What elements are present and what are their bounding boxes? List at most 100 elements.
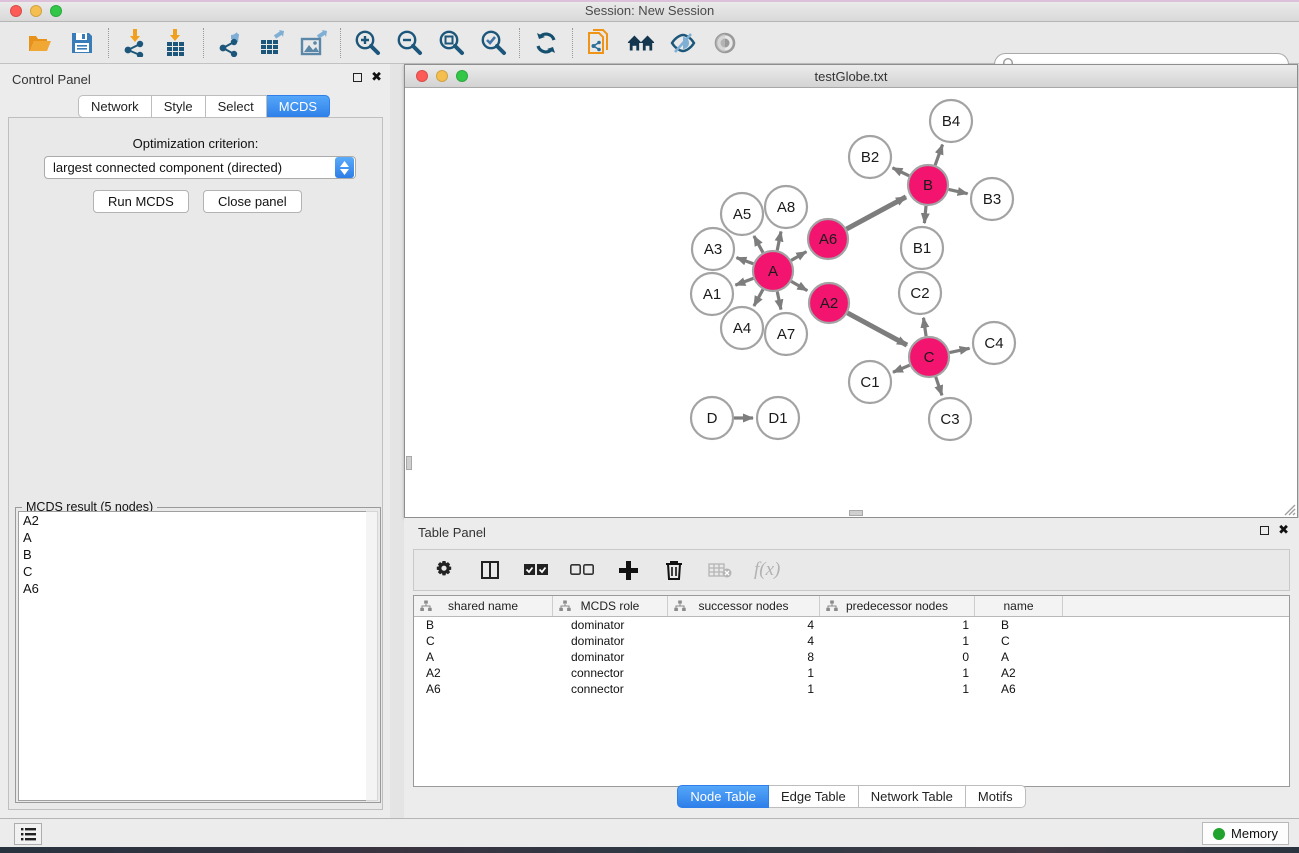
cell-successor_nodes[interactable]: 1 — [668, 665, 820, 681]
resize-grip-icon[interactable] — [1283, 503, 1296, 516]
cell-name[interactable]: C — [975, 633, 1063, 649]
edge-A-A2[interactable] — [791, 281, 807, 290]
close-table-panel-icon[interactable]: ✖ — [1278, 525, 1289, 535]
edge-B-B3[interactable] — [949, 189, 968, 193]
graph-node-A[interactable]: A — [753, 251, 793, 291]
cell-successor_nodes[interactable]: 4 — [668, 633, 820, 649]
cell-shared_name[interactable]: C — [414, 633, 553, 649]
cell-successor_nodes[interactable]: 1 — [668, 681, 820, 697]
network-canvas[interactable]: AA1A2A3A4A5A6A7A8BB1B2B3B4CC1C2C3C4DD1 — [405, 88, 1297, 517]
edge-B-B2[interactable] — [893, 168, 910, 176]
tab-node-table[interactable]: Node Table — [677, 785, 769, 808]
table-row[interactable]: A2connector11A2 — [414, 665, 1289, 681]
column-header-predecessor-nodes[interactable]: predecessor nodes — [820, 596, 975, 616]
mcds-result-item[interactable]: C — [19, 563, 367, 580]
edge-C-C3[interactable] — [936, 377, 942, 395]
close-panel-button[interactable]: Close panel — [203, 190, 302, 213]
cell-shared_name[interactable]: A — [414, 649, 553, 665]
column-header-shared-name[interactable]: shared name — [414, 596, 553, 616]
graph-node-C4[interactable]: C4 — [973, 322, 1015, 364]
edge-A-A8[interactable] — [777, 231, 781, 250]
cell-predecessor_nodes[interactable]: 1 — [820, 665, 975, 681]
graph-node-A3[interactable]: A3 — [692, 228, 734, 270]
canvas-left-scroll-thumb[interactable] — [406, 456, 412, 470]
table-row[interactable]: A6connector11A6 — [414, 681, 1289, 697]
float-panel-icon[interactable] — [353, 73, 362, 82]
export-table-icon[interactable] — [258, 29, 286, 57]
node-table[interactable]: shared nameMCDS rolesuccessor nodesprede… — [413, 595, 1290, 787]
edge-A-A6[interactable] — [791, 252, 806, 261]
tab-select[interactable]: Select — [206, 95, 267, 118]
delete-icon[interactable] — [662, 558, 686, 582]
cell-name[interactable]: A6 — [975, 681, 1063, 697]
tab-edge-table[interactable]: Edge Table — [769, 785, 859, 808]
edge-A-A3[interactable] — [736, 258, 753, 264]
zoom-fit-icon[interactable] — [437, 29, 465, 57]
graph-node-A5[interactable]: A5 — [721, 193, 763, 235]
graph-node-C1[interactable]: C1 — [849, 361, 891, 403]
gear-icon[interactable] — [432, 558, 456, 582]
open-session-icon[interactable] — [26, 29, 54, 57]
import-table-icon[interactable] — [163, 29, 191, 57]
zoom-out-icon[interactable] — [395, 29, 423, 57]
edge-A-A4[interactable] — [754, 289, 763, 306]
canvas-bottom-scroll-thumb[interactable] — [849, 510, 863, 516]
graph-node-A1[interactable]: A1 — [691, 273, 733, 315]
cell-shared_name[interactable]: A6 — [414, 681, 553, 697]
import-network-icon[interactable] — [121, 29, 149, 57]
run-mcds-button[interactable]: Run MCDS — [93, 190, 189, 213]
mcds-result-item[interactable]: A2 — [19, 512, 367, 529]
tab-network-table[interactable]: Network Table — [859, 785, 966, 808]
table-row[interactable]: Adominator80A — [414, 649, 1289, 665]
edge-A-A5[interactable] — [754, 236, 763, 253]
memory-button[interactable]: Memory — [1202, 822, 1289, 845]
cell-name[interactable]: A2 — [975, 665, 1063, 681]
add-icon[interactable] — [616, 558, 640, 582]
cell-shared_name[interactable]: B — [414, 617, 553, 633]
edge-A-A7[interactable] — [777, 292, 781, 310]
cell-predecessor_nodes[interactable]: 0 — [820, 649, 975, 665]
zoom-selected-icon[interactable] — [479, 29, 507, 57]
cell-successor_nodes[interactable]: 8 — [668, 649, 820, 665]
show-graphics-icon[interactable] — [711, 29, 739, 57]
graph-node-A7[interactable]: A7 — [765, 313, 807, 355]
cell-shared_name[interactable]: A2 — [414, 665, 553, 681]
float-table-panel-icon[interactable] — [1260, 526, 1269, 535]
cell-mcds_role[interactable]: dominator — [553, 649, 668, 665]
table-row[interactable]: Bdominator41B — [414, 617, 1289, 633]
graph-node-B[interactable]: B — [908, 165, 948, 205]
edge-A-A1[interactable] — [735, 278, 753, 285]
graph-node-C2[interactable]: C2 — [899, 272, 941, 314]
mcds-result-list[interactable]: A2ABCA6 — [18, 511, 368, 801]
hide-graphics-icon[interactable] — [669, 29, 697, 57]
cell-mcds_role[interactable]: dominator — [553, 633, 668, 649]
columns-icon[interactable] — [478, 558, 502, 582]
cell-predecessor_nodes[interactable]: 1 — [820, 681, 975, 697]
zoom-in-icon[interactable] — [353, 29, 381, 57]
cell-mcds_role[interactable]: dominator — [553, 617, 668, 633]
criterion-dropdown[interactable]: largest connected component (directed) — [44, 156, 356, 179]
mcds-result-item[interactable]: A6 — [19, 580, 367, 597]
deselect-all-icon[interactable] — [570, 558, 594, 582]
graph-node-D[interactable]: D — [691, 397, 733, 439]
graph-node-D1[interactable]: D1 — [757, 397, 799, 439]
refresh-layout-icon[interactable] — [532, 29, 560, 57]
edge-C-C2[interactable] — [923, 318, 926, 336]
home-icon[interactable] — [627, 29, 655, 57]
edge-B-B4[interactable] — [935, 145, 942, 166]
export-network-icon[interactable] — [216, 29, 244, 57]
graph-node-B3[interactable]: B3 — [971, 178, 1013, 220]
network-window-titlebar[interactable]: testGlobe.txt — [405, 65, 1297, 88]
cell-predecessor_nodes[interactable]: 1 — [820, 617, 975, 633]
graph-node-A8[interactable]: A8 — [765, 186, 807, 228]
cell-name[interactable]: B — [975, 617, 1063, 633]
tab-network[interactable]: Network — [78, 95, 152, 118]
cell-name[interactable]: A — [975, 649, 1063, 665]
edge-A6-B[interactable] — [846, 197, 906, 229]
tab-mcds[interactable]: MCDS — [267, 95, 330, 118]
save-session-icon[interactable] — [68, 29, 96, 57]
column-header-MCDS-role[interactable]: MCDS role — [553, 596, 668, 616]
graph-node-C3[interactable]: C3 — [929, 398, 971, 440]
graph-node-C[interactable]: C — [909, 337, 949, 377]
column-header-successor-nodes[interactable]: successor nodes — [668, 596, 820, 616]
